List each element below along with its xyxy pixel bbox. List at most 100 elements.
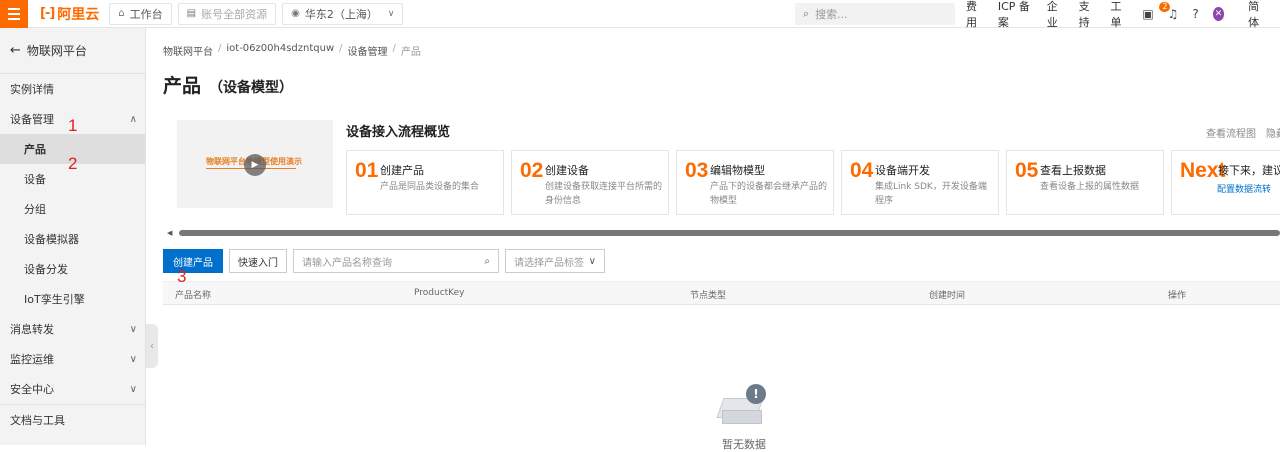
annotation-1: 1 <box>68 116 78 135</box>
empty-state-icon: ! <box>716 384 770 444</box>
sidebar-item-group[interactable]: 分组 <box>0 194 145 224</box>
column-header: 创建时间 <box>929 291 966 301</box>
step-card[interactable]: 04 设备端开发 集成Link SDK，开发设备端程序 <box>841 150 999 215</box>
sidebar-item-label: 消息转发 <box>10 323 54 336</box>
workbench-label: 工作台 <box>129 7 163 21</box>
breadcrumb-item[interactable]: 物联网平台 <box>163 43 213 58</box>
resource-group-selector[interactable]: ▤ 账号全部资源 <box>177 2 277 25</box>
scroll-left-icon[interactable]: ◀ <box>167 229 172 237</box>
overview-links: 查看流程图隐藏 <box>1206 125 1280 140</box>
top-link-enterprise[interactable]: 企业 <box>1047 0 1065 30</box>
column-header: ProductKey <box>414 288 465 298</box>
arrow-left-icon: ← <box>10 43 21 58</box>
search-icon[interactable]: ⌕ <box>484 256 490 267</box>
quickstart-button[interactable]: 快速入门 <box>229 249 287 273</box>
step-desc: 查看设备上报的属性数据 <box>1040 182 1140 192</box>
region-label: 华东2（上海） <box>304 7 378 21</box>
sidebar-item-device-distribution[interactable]: 设备分发 <box>0 254 145 284</box>
sidebar-item-security[interactable]: 安全中心 ∨ <box>0 374 145 404</box>
sidebar-item-instance-details[interactable]: 实例详情 <box>0 74 145 104</box>
top-link-support[interactable]: 支持 <box>1079 0 1097 30</box>
top-link-icp[interactable]: ICP 备案 <box>998 0 1033 30</box>
breadcrumb-item[interactable]: iot-06z00h4sdzntquw <box>226 43 334 58</box>
sidebar-item-label: 文档与工具 <box>10 414 65 427</box>
column-header: 操作 <box>1168 291 1187 301</box>
chevron-down-icon: ∨ <box>129 323 137 335</box>
overview-title: 设备接入流程概览 <box>346 125 451 140</box>
page-subtitle: （设备模型） <box>209 80 294 96</box>
sidebar-item-docs-tools[interactable]: 文档与工具 <box>0 405 145 435</box>
notification-badge: 2 <box>1159 2 1171 12</box>
demo-video[interactable]: 物联网平台物模型使用演示 ▶ <box>177 120 333 208</box>
step-card[interactable]: 03 编辑物模型 产品下的设备都会继承产品的物模型 <box>676 150 834 215</box>
bell-icon[interactable]: ♫ 2 <box>1159 2 1178 21</box>
search-icon: ⌕ <box>803 7 810 20</box>
region-selector[interactable]: ◉ 华东2（上海） ∨ <box>282 2 404 25</box>
resource-icon: ▤ <box>186 8 197 19</box>
logo-name: 阿里云 <box>57 6 100 23</box>
create-product-button[interactable]: 创建产品 <box>163 249 223 273</box>
horizontal-scrollbar[interactable]: ◀ <box>167 229 1280 237</box>
step-title: 设备端开发 <box>875 164 930 177</box>
breadcrumb: 物联网平台 / iot-06z00h4sdzntquw / 设备管理 / 产品 <box>163 43 421 58</box>
sidebar-item-message-forwarding[interactable]: 消息转发 ∨ <box>0 314 145 344</box>
step-number: 04 <box>850 159 874 182</box>
avatar[interactable]: ✕ <box>1212 7 1225 21</box>
scrollbar-thumb[interactable] <box>179 230 1280 236</box>
column-header: 产品名称 <box>175 291 212 301</box>
logo[interactable]: [-] 阿里云 <box>28 0 109 28</box>
back-label: 物联网平台 <box>26 44 87 58</box>
logo-mark: [-] <box>40 6 55 21</box>
configure-data-forwarding-link[interactable]: 配置数据流转 <box>1217 182 1271 195</box>
top-link-billing[interactable]: 费用 <box>966 0 984 30</box>
play-icon[interactable]: ▶ <box>244 154 266 176</box>
product-toolbar: 创建产品 快速入门 请输入产品名称查询 ⌕ 请选择产品标签 ∨ <box>163 249 605 273</box>
step-desc: 集成Link SDK，开发设备端程序 <box>875 182 987 206</box>
step-title: 创建产品 <box>380 164 424 177</box>
sidebar-item-iot-twin[interactable]: IoT孪生引擎 <box>0 284 145 314</box>
main-content: 物联网平台 / iot-06z00h4sdzntquw / 设备管理 / 产品 产品 （… <box>146 28 1280 451</box>
chevron-down-icon: ∨ <box>387 8 395 19</box>
step-card[interactable]: 01 创建产品 产品是同品类设备的集合 <box>346 150 504 215</box>
page-title-text: 产品 <box>163 75 202 97</box>
help-icon[interactable]: ? <box>1192 7 1198 21</box>
menu-icon[interactable] <box>0 0 28 28</box>
step-title: 编辑物模型 <box>710 164 765 177</box>
chevron-down-icon: ∨ <box>129 383 137 395</box>
sidebar-item-label: 设备分发 <box>24 263 68 276</box>
step-card[interactable]: 05 查看上报数据 查看设备上报的属性数据 <box>1006 150 1164 215</box>
sidebar-item-label: 实例详情 <box>10 83 54 96</box>
column-header: 节点类型 <box>690 291 727 301</box>
top-link-ticket[interactable]: 工单 <box>1110 0 1128 30</box>
sidebar-item-label: 产品 <box>24 143 46 156</box>
sidebar: ← 物联网平台 实例详情 设备管理 ∧ 产品 设备 分组 设备模拟器 设备分发 … <box>0 28 146 445</box>
step-number: 02 <box>520 159 544 182</box>
step-card[interactable]: 02 创建设备 创建设备获取连接平台所需的身份信息 <box>511 150 669 215</box>
product-search-input[interactable]: 请输入产品名称查询 ⌕ <box>293 249 499 273</box>
product-tag-select[interactable]: 请选择产品标签 ∨ <box>505 249 605 273</box>
step-card-next[interactable]: Next 接下来，建议您 配置数据流转 <box>1171 150 1280 215</box>
language-switch[interactable]: 简体 <box>1248 0 1266 30</box>
sidebar-item-label: 监控运维 <box>10 353 54 366</box>
chevron-down-icon: ∨ <box>129 353 137 365</box>
top-links: 费用 ICP 备案 企业 支持 工单 ▣ ♫ 2 ? ✕ 简体 <box>966 0 1280 30</box>
sidebar-item-monitoring[interactable]: 监控运维 ∨ <box>0 344 145 374</box>
terminal-icon[interactable]: ▣ <box>1142 7 1153 21</box>
hide-link[interactable]: 隐藏 <box>1266 129 1280 140</box>
sidebar-item-label: 设备模拟器 <box>24 233 79 246</box>
step-list: 01 创建产品 产品是同品类设备的集合 02 创建设备 创建设备获取连接平台所需… <box>346 150 1280 215</box>
sidebar-item-label: IoT孪生引擎 <box>24 293 85 306</box>
sidebar-item-device-simulator[interactable]: 设备模拟器 <box>0 224 145 254</box>
step-desc: 产品是同品类设备的集合 <box>380 182 480 192</box>
access-overview: 物联网平台物模型使用演示 ▶ 设备接入流程概览 查看流程图隐藏 01 创建产品 … <box>177 120 1280 240</box>
view-flowchart-link[interactable]: 查看流程图 <box>1206 129 1256 140</box>
back-to-iot-platform[interactable]: ← 物联网平台 <box>0 28 145 74</box>
breadcrumb-item[interactable]: 设备管理 <box>348 43 388 58</box>
sidebar-item-label: 安全中心 <box>10 383 54 396</box>
step-desc: 产品下的设备都会继承产品的物模型 <box>710 182 828 206</box>
product-search-placeholder: 请输入产品名称查询 <box>302 257 392 269</box>
empty-state-text: 暂无数据 <box>722 438 766 451</box>
workbench-button[interactable]: ⌂ 工作台 <box>109 2 172 25</box>
global-search-input[interactable]: ⌕ 搜索... <box>795 3 955 25</box>
product-tag-placeholder: 请选择产品标签 <box>514 257 584 269</box>
